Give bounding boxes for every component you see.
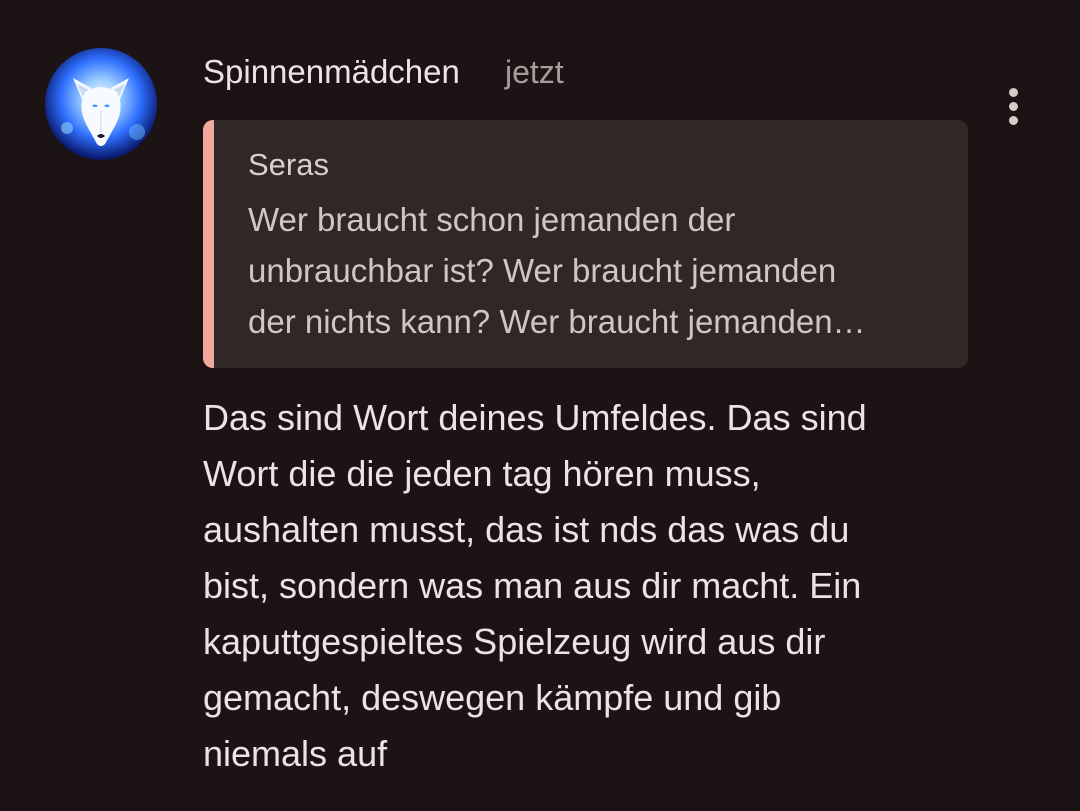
wolf-avatar-icon [61, 78, 145, 146]
more-vertical-icon [1008, 87, 1018, 97]
quoted-reply[interactable]: Seras Wer braucht schon jemanden der unb… [203, 120, 968, 368]
quote-accent-bar [203, 120, 214, 368]
comment-item: Spinnenmädchen jetzt Seras Wer braucht s… [0, 0, 1080, 811]
more-options-button[interactable] [994, 84, 1032, 128]
comment-body: Das sind Wort deines Umfeldes. Das sind … [203, 397, 867, 774]
avatar[interactable] [45, 48, 157, 160]
comment-author[interactable]: Spinnenmädchen [203, 50, 460, 94]
comment-timestamp: jetzt [505, 54, 564, 90]
quote-author: Seras [248, 147, 329, 182]
quote-text: Wer braucht schon jemanden der unbrauchb… [248, 201, 866, 340]
